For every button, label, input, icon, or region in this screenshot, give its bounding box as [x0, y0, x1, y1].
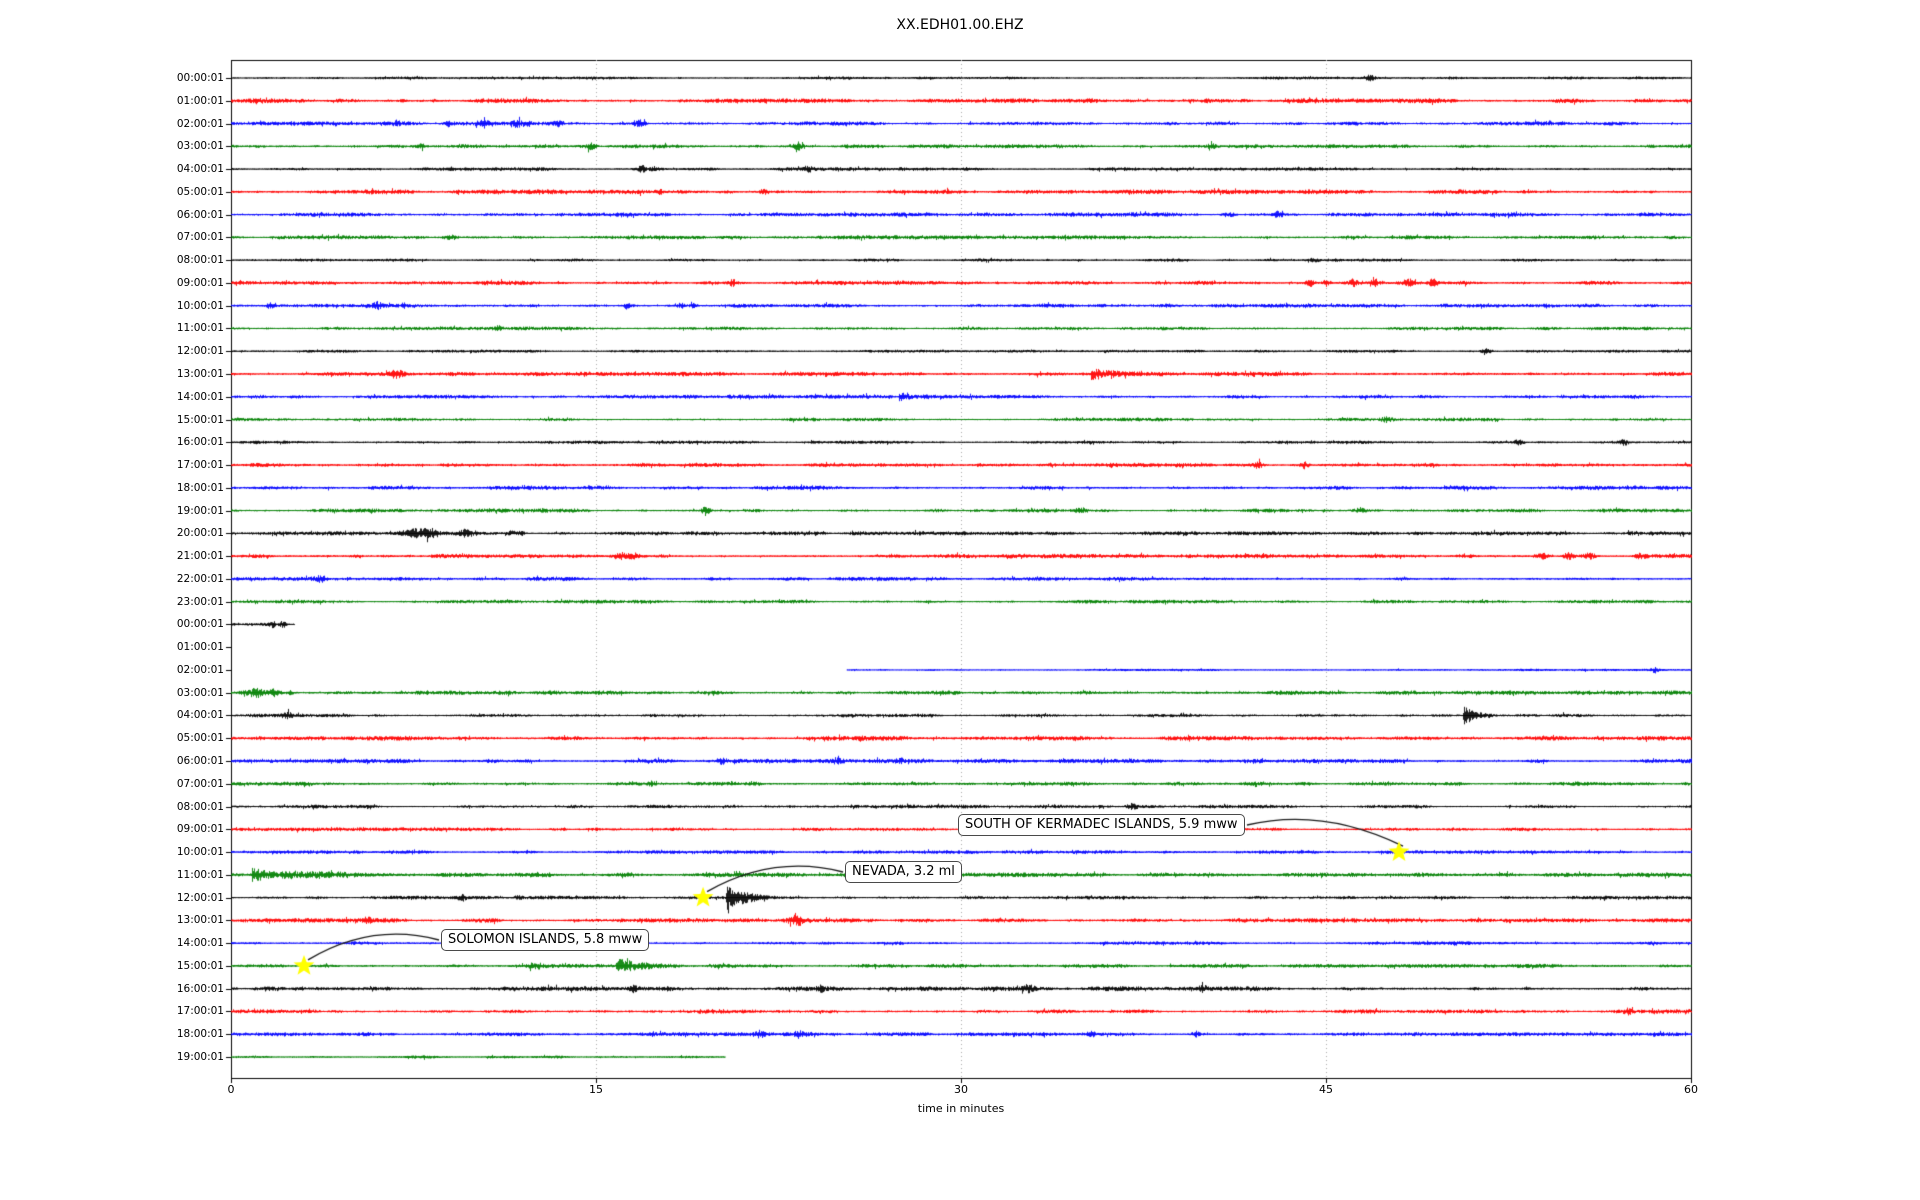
- row-time-label: 18:00:01: [176, 481, 224, 494]
- x-tick-label: 45: [1319, 1083, 1333, 1096]
- row-time-label: 00:00:01: [176, 618, 224, 631]
- row-time-label: 00:00:01: [176, 72, 224, 84]
- row-time-label: 09:00:01: [176, 823, 224, 836]
- row-time-label: 02:00:01: [176, 663, 224, 676]
- row-time-label: 17:00:01: [176, 1005, 224, 1018]
- row-time-label: 12:00:01: [176, 891, 224, 904]
- x-tick-label: 60: [1684, 1083, 1698, 1096]
- row-time-label: 04:00:01: [176, 709, 224, 722]
- row-time-label: 06:00:01: [176, 755, 224, 768]
- row-time-label: 04:00:01: [176, 163, 224, 176]
- row-time-label: 14:00:01: [176, 937, 224, 950]
- figure: XX.EDH01.00.EHZ 00:00:01 01:00:01 02:00:01…: [0, 0, 1920, 1200]
- plot-title: XX.EDH01.00.EHZ: [896, 17, 1024, 33]
- row-time-label: 01:00:01: [176, 94, 224, 107]
- annotation-kermadec: SOUTH OF KERMADEC ISLANDS, 5.9 mww: [958, 814, 1245, 837]
- annotation-nevada: NEVADA, 3.2 ml: [845, 861, 962, 884]
- row-time-label: 19:00:01: [176, 504, 224, 517]
- row-time-label: 16:00:01: [176, 436, 224, 449]
- row-time-label: 11:00:01: [176, 868, 224, 881]
- row-time-label: 08:00:01: [176, 254, 224, 267]
- row-time-label: 13:00:01: [176, 914, 224, 927]
- x-axis-label: time in minutes: [917, 1102, 1005, 1115]
- row-time-label: 19:00:01: [176, 1051, 224, 1063]
- row-time-label: 03:00:01: [176, 140, 224, 153]
- row-time-label: 20:00:01: [176, 527, 224, 540]
- row-time-label: 01:00:01: [176, 641, 224, 654]
- row-time-label: 08:00:01: [176, 800, 224, 813]
- row-time-label: 07:00:01: [176, 231, 224, 244]
- row-time-label: 07:00:01: [176, 777, 224, 790]
- row-time-label: 15:00:01: [176, 959, 224, 972]
- row-time-label: 21:00:01: [176, 550, 224, 563]
- annotation-solomon: SOLOMON ISLANDS, 5.8 mww: [441, 929, 650, 952]
- row-time-label: 15:00:01: [176, 413, 224, 426]
- row-time-label: 02:00:01: [176, 117, 224, 130]
- row-time-label: 13:00:01: [176, 367, 224, 380]
- row-time-label: 12:00:01: [176, 345, 224, 358]
- row-time-label: 10:00:01: [176, 846, 224, 859]
- row-time-label: 23:00:01: [176, 595, 224, 608]
- row-time-label: 09:00:01: [176, 276, 224, 289]
- x-tick-label: 30: [954, 1083, 968, 1096]
- row-time-label: 17:00:01: [176, 459, 224, 472]
- row-time-label: 06:00:01: [176, 208, 224, 221]
- row-time-label: 22:00:01: [176, 572, 224, 585]
- row-time-label: 10:00:01: [176, 299, 224, 312]
- row-time-label: 18:00:01: [176, 1028, 224, 1041]
- row-time-label: 05:00:01: [176, 185, 224, 198]
- x-tick-label: 15: [589, 1083, 603, 1096]
- row-time-label: 05:00:01: [176, 732, 224, 745]
- row-time-label: 03:00:01: [176, 686, 224, 699]
- row-time-label: 11:00:01: [176, 322, 224, 335]
- row-time-label: 14:00:01: [176, 390, 224, 403]
- seismogram-canvas: [0, 0, 1920, 1200]
- row-time-label: 16:00:01: [176, 982, 224, 995]
- x-tick-label: 0: [227, 1083, 235, 1096]
